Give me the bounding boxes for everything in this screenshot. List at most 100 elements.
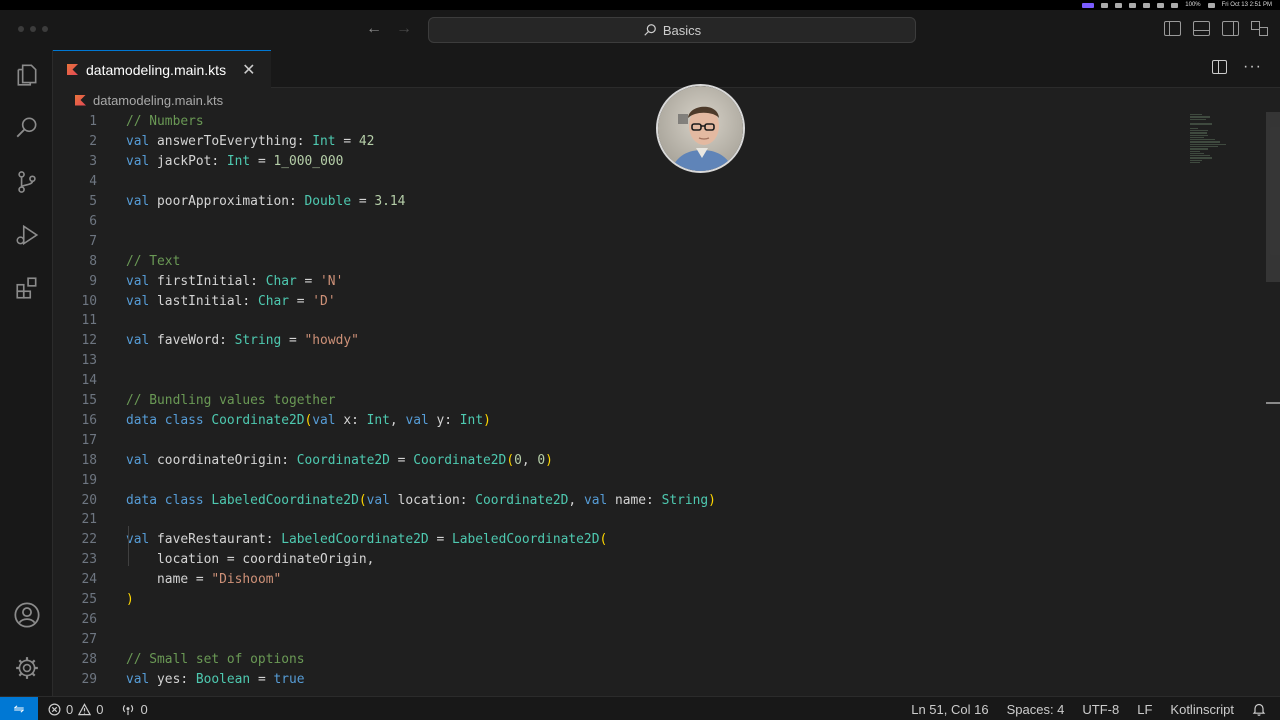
line-number: 12: [81, 333, 97, 349]
remote-indicator-icon[interactable]: ⇋: [0, 697, 38, 720]
code-line[interactable]: 1 // Numbers: [53, 112, 203, 132]
line-number: 21: [81, 512, 97, 528]
back-arrow-icon[interactable]: ←: [366, 20, 382, 38]
account-icon[interactable]: [12, 600, 42, 630]
code-token: val: [312, 412, 344, 428]
close-tab-icon[interactable]: ✕: [242, 60, 255, 80]
line-number: 3: [89, 154, 97, 170]
forward-arrow-icon[interactable]: →: [396, 20, 412, 38]
line-number: 22: [81, 532, 97, 548]
indentation-setting[interactable]: Spaces: 4: [1007, 702, 1065, 717]
code-line[interactable]: 29 val yes: Boolean = true: [53, 669, 304, 689]
line-number: 11: [81, 313, 97, 329]
code-line[interactable]: 18 val coordinateOrigin: Coordinate2D = C…: [53, 450, 552, 470]
code-token: data class: [126, 412, 212, 428]
code-line[interactable]: 7: [53, 231, 97, 251]
calendar-icon[interactable]: [1129, 2, 1137, 8]
code-editor[interactable]: 1 // Numbers 2 val answerToEverything: Int …: [53, 112, 1280, 696]
clock-icon[interactable]: [1157, 2, 1165, 8]
end-of-line[interactable]: LF: [1137, 702, 1152, 717]
explorer-icon[interactable]: [12, 60, 42, 90]
code-line[interactable]: 6: [53, 212, 97, 232]
code-line[interactable]: 20 data class LabeledCoordinate2D(val loc…: [53, 490, 715, 510]
code-line[interactable]: 15 // Bundling values together: [53, 391, 335, 411]
split-editor-icon[interactable]: [1212, 60, 1228, 74]
code-line[interactable]: 21: [53, 510, 97, 530]
settings-icon[interactable]: [1101, 2, 1109, 8]
line-number: 10: [81, 293, 97, 309]
code-token: 0: [514, 452, 522, 468]
dropbox-icon[interactable]: [1115, 2, 1123, 8]
line-number: 19: [81, 472, 97, 488]
zoom-window-button[interactable]: [42, 26, 48, 32]
wifi-icon[interactable]: [1207, 2, 1215, 8]
code-line[interactable]: 8 // Text: [53, 251, 180, 271]
code-line[interactable]: 16 data class Coordinate2D(val x: Int, va…: [53, 411, 490, 431]
bluetooth-icon[interactable]: [1171, 2, 1179, 8]
code-token: val: [126, 333, 158, 349]
source-control-icon[interactable]: [12, 167, 42, 197]
toggle-primary-sidebar-icon[interactable]: [1164, 21, 1181, 36]
code-token: val: [126, 154, 158, 170]
code-line[interactable]: 27: [53, 629, 97, 649]
code-token: Char: [265, 273, 297, 289]
code-line[interactable]: 17: [53, 430, 97, 450]
code-text: val coordinateOrigin: Coordinate2D = Coo…: [126, 450, 553, 470]
code-token: poorApproximation:: [157, 194, 305, 210]
code-token: name:: [614, 492, 662, 508]
problems-indicator[interactable]: 0 0: [48, 702, 103, 717]
code-token: ,: [568, 492, 584, 508]
extensions-icon[interactable]: [12, 273, 42, 303]
code-line[interactable]: 22 val faveRestaurant: LabeledCoordinate2…: [53, 530, 607, 550]
code-line[interactable]: 13: [53, 351, 97, 371]
command-center-search[interactable]: Basics: [428, 17, 916, 43]
breadcrumb-file[interactable]: datamodeling.main.kts: [93, 93, 223, 108]
code-token: // Numbers: [126, 114, 204, 130]
code-line[interactable]: 14: [53, 371, 97, 391]
close-window-button[interactable]: [18, 26, 24, 32]
minimap[interactable]: [1190, 114, 1240, 184]
code-line[interactable]: 3 val jackPot: Int = 1_000_000: [53, 152, 343, 172]
broadcast-icon: [123, 704, 134, 715]
toggle-secondary-sidebar-icon[interactable]: [1222, 21, 1239, 36]
code-line[interactable]: 9 val firstInitial: Char = 'N': [53, 271, 343, 291]
toggle-panel-icon[interactable]: [1193, 21, 1210, 36]
code-line[interactable]: 28 // Small set of options: [53, 649, 304, 669]
code-token: y:: [436, 412, 460, 428]
run-debug-icon[interactable]: [12, 220, 42, 250]
language-mode[interactable]: Kotlinscript: [1170, 702, 1234, 717]
line-number: 5: [89, 194, 97, 210]
ports-indicator[interactable]: 0: [121, 702, 148, 717]
code-line[interactable]: 24 name = "Dishoom": [53, 570, 281, 590]
code-line[interactable]: 11: [53, 311, 97, 331]
code-token: Coordinate2D: [475, 492, 569, 508]
vertical-scrollbar[interactable]: [1266, 112, 1280, 282]
code-line[interactable]: 26: [53, 610, 97, 630]
search-icon[interactable]: [12, 113, 42, 143]
minimize-window-button[interactable]: [30, 26, 36, 32]
code-line[interactable]: 12 val faveWord: String = "howdy": [53, 331, 358, 351]
more-actions-icon[interactable]: ···: [1243, 59, 1262, 75]
code-line[interactable]: 25): [53, 590, 133, 610]
file-encoding[interactable]: UTF-8: [1082, 702, 1119, 717]
code-line[interactable]: 5 val poorApproximation: Double = 3.14: [53, 192, 405, 212]
menubar-clock[interactable]: Fri Oct 13 2:51 PM: [1222, 2, 1272, 8]
bell-icon[interactable]: [1252, 702, 1266, 716]
code-line[interactable]: 2 val answerToEverything: Int = 42: [53, 132, 374, 152]
code-token: lastInitial:: [157, 293, 258, 309]
code-line[interactable]: 10 val lastInitial: Char = 'D': [53, 291, 335, 311]
code-text: location = coordinateOrigin,: [126, 550, 374, 570]
tab-datamodeling[interactable]: datamodeling.main.kts ✕: [53, 50, 271, 88]
customize-layout-icon[interactable]: [1251, 21, 1268, 36]
controls-icon[interactable]: [1143, 2, 1151, 8]
code-line[interactable]: 4: [53, 172, 97, 192]
code-token: ): [483, 412, 491, 428]
line-number: 15: [81, 393, 97, 409]
screen-record-icon[interactable]: [1082, 2, 1095, 8]
settings-gear-icon[interactable]: [12, 653, 42, 683]
code-line[interactable]: 19: [53, 470, 97, 490]
code-line[interactable]: 23 location = coordinateOrigin,: [53, 550, 374, 570]
code-token: LabeledCoordinate2D: [452, 532, 600, 548]
cursor-position[interactable]: Ln 51, Col 16: [911, 702, 988, 717]
code-token: String: [661, 492, 709, 508]
